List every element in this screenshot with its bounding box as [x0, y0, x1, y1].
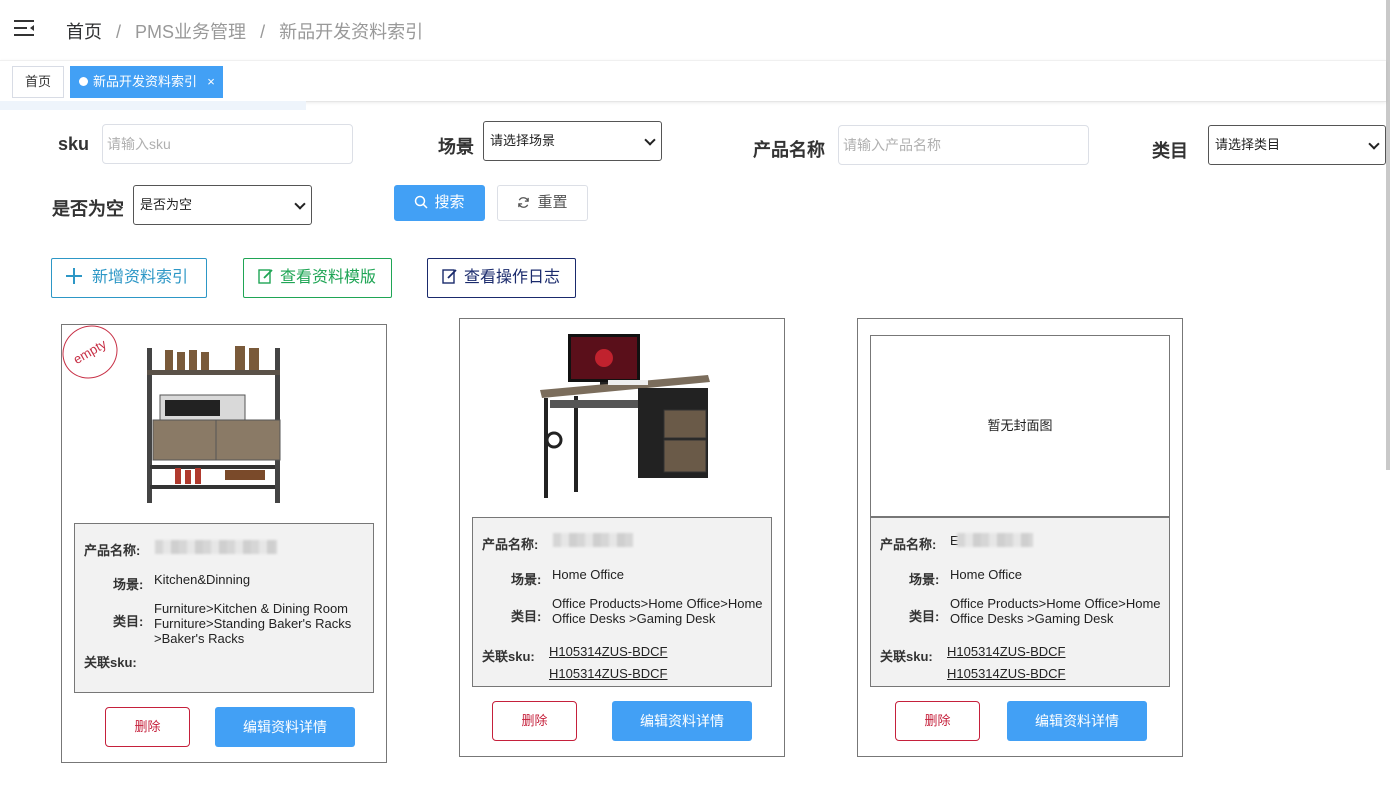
view-template-label: 查看资料模版: [280, 269, 377, 286]
scene-value: Home Office: [950, 567, 1023, 582]
tags-view: 首页 新品开发资料索引 ×: [0, 60, 1386, 102]
edit-details-button[interactable]: 编辑资料详情: [215, 707, 355, 747]
is-empty-label: 是否为空: [52, 199, 124, 219]
breadcrumb: 首页 / PMS业务管理 / 新品开发资料索引: [66, 18, 423, 44]
scene-key: 场景:: [909, 572, 940, 587]
category-select[interactable]: 请选择类目: [1208, 125, 1386, 165]
category-value: Furniture>Kitchen & Dining Room Furnitur…: [154, 601, 352, 646]
redacted-product-name: [957, 533, 1033, 547]
scene-select[interactable]: 请选择场景: [483, 121, 662, 161]
top-navbar: 首页 / PMS业务管理 / 新品开发资料索引: [0, 0, 1390, 60]
sku-input[interactable]: [102, 124, 353, 164]
refresh-icon: [518, 197, 530, 208]
product-name-key: 产品名称:: [880, 537, 937, 552]
sku-label: sku: [58, 134, 90, 154]
reset-button[interactable]: 重置: [497, 185, 588, 221]
is-empty-select[interactable]: 是否为空: [133, 185, 312, 225]
search-icon: [415, 195, 429, 209]
product-info: 产品名称: E 场景: Home Office 类目: Office Produ…: [870, 517, 1170, 687]
related-sku-link[interactable]: H105314ZUS-BDCF: [947, 644, 1066, 659]
scene-key: 场景:: [113, 577, 144, 592]
related-sku-link[interactable]: H105314ZUS-BDCF: [549, 666, 668, 681]
product-name-key: 产品名称:: [482, 537, 539, 552]
category-key: 类目:: [909, 609, 940, 624]
breadcrumb-current: 新品开发资料索引: [279, 22, 424, 42]
tab-home[interactable]: 首页: [12, 66, 64, 98]
view-template-button[interactable]: 查看资料模版: [243, 258, 392, 298]
breadcrumb-separator: /: [116, 22, 122, 42]
delete-button[interactable]: 删除: [492, 701, 577, 741]
search-button[interactable]: 搜索: [394, 185, 485, 221]
category-value: Office Products>Home Office>Home Office …: [950, 596, 1161, 626]
product-name-input[interactable]: [838, 125, 1089, 165]
product-info: 产品名称: 场景: Kitchen&Dinning 类目: Furniture>…: [74, 523, 374, 693]
delete-button[interactable]: 删除: [105, 707, 190, 747]
tab-new-product-index[interactable]: 新品开发资料索引 ×: [70, 66, 223, 98]
close-icon[interactable]: ×: [204, 67, 218, 97]
related-sku-key: 关联sku:: [482, 649, 535, 664]
tab-label: 新品开发资料索引: [93, 74, 198, 89]
product-image-bakers-rack: [147, 346, 281, 503]
add-index-button[interactable]: 新增资料索引: [51, 258, 207, 298]
view-log-button[interactable]: 查看操作日志: [427, 258, 576, 298]
edit-doc-icon: [258, 269, 273, 284]
chevron-down-icon: [294, 198, 306, 210]
no-cover-placeholder: 暂无封面图: [870, 335, 1170, 517]
related-sku-link[interactable]: H105314ZUS-BDCF: [947, 666, 1066, 681]
edit-details-button[interactable]: 编辑资料详情: [1007, 701, 1147, 741]
breadcrumb-home[interactable]: 首页: [66, 22, 102, 42]
category-select-value: 请选择类目: [1215, 137, 1281, 152]
edit-doc-icon: [442, 269, 457, 284]
page-scrollbar[interactable]: [1386, 0, 1390, 470]
reset-button-label: 重置: [537, 194, 568, 211]
add-index-label: 新增资料索引: [92, 269, 189, 286]
redacted-product-name: [553, 533, 633, 547]
category-key: 类目:: [511, 609, 542, 624]
category-value: Office Products>Home Office>Home Office …: [552, 596, 763, 626]
category-label: 类目: [1152, 141, 1188, 161]
scene-select-value: 请选择场景: [490, 133, 556, 148]
chevron-down-icon: [1368, 138, 1380, 150]
view-log-label: 查看操作日志: [464, 269, 561, 286]
search-button-label: 搜索: [434, 194, 465, 211]
plus-icon: [66, 268, 82, 284]
related-sku-key: 关联sku:: [880, 649, 933, 664]
loading-progress: [0, 101, 306, 110]
delete-button[interactable]: 删除: [895, 701, 980, 741]
product-name-key: 产品名称:: [84, 543, 141, 558]
is-empty-select-value: 是否为空: [140, 197, 193, 212]
breadcrumb-pms: PMS业务管理: [135, 22, 247, 42]
product-name-label: 产品名称: [753, 140, 825, 160]
scene-value: Kitchen&Dinning: [154, 572, 251, 587]
chevron-down-icon: [644, 134, 656, 146]
scene-label: 场景: [438, 137, 474, 157]
scene-key: 场景:: [511, 572, 542, 587]
related-sku-link[interactable]: H105314ZUS-BDCF: [549, 644, 668, 659]
active-dot-icon: [79, 77, 88, 86]
product-info: 产品名称: 场景: Home Office 类目: Office Product…: [472, 517, 772, 687]
category-key: 类目:: [113, 614, 144, 629]
related-sku-key: 关联sku:: [84, 655, 137, 670]
scene-value: Home Office: [552, 567, 625, 582]
edit-details-button[interactable]: 编辑资料详情: [612, 701, 752, 741]
breadcrumb-separator: /: [260, 22, 266, 42]
menu-fold-icon[interactable]: [14, 18, 36, 38]
redacted-product-name: [155, 540, 277, 554]
product-image-gaming-desk: [540, 334, 710, 498]
